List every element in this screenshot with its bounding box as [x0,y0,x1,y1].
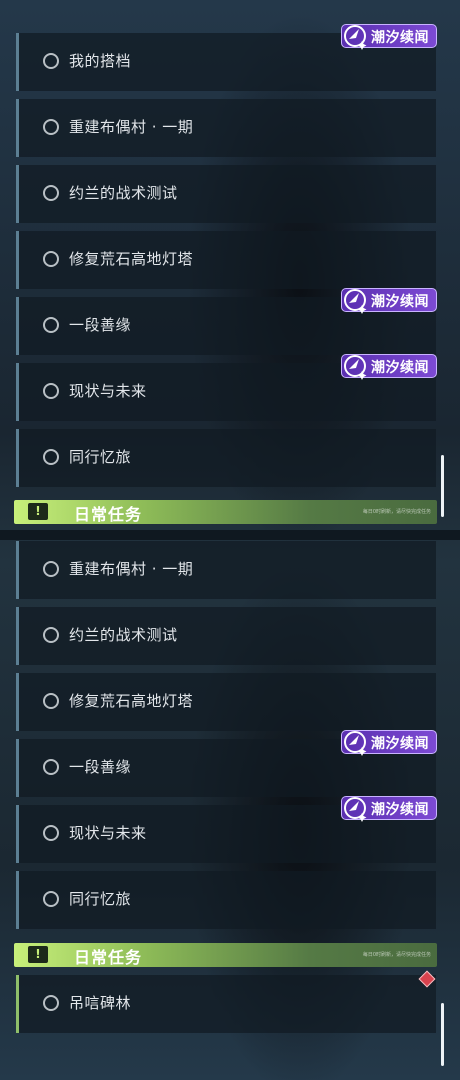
tide-news-icon [344,797,367,822]
quest-status-circle-icon [43,317,59,333]
tide-news-icon [344,731,367,756]
quest-item-journey[interactable]: 同行忆旅 [16,429,436,487]
quest-title: 一段善缘 [69,316,132,334]
quest-title: 同行忆旅 [69,448,132,466]
quest-title: 吊唁碑林 [69,994,132,1012]
screen-divider [0,530,460,540]
daily-quest-section-header[interactable]: ! 日常任务 每日0时刷新，请尽快完成任务 [14,500,437,524]
scrollbar-thumb[interactable] [441,1003,444,1066]
quest-list-bottom: 重建布偶村 · 一期 约兰的战术测试 修复荒石高地灯塔 一段善缘 现状与未来 同… [0,540,460,1080]
quest-status-circle-icon [43,995,59,1011]
quest-item-tactical-test[interactable]: 约兰的战术测试 [16,607,436,665]
quest-item-journey[interactable]: 同行忆旅 [16,871,436,929]
quest-title: 修复荒石高地灯塔 [69,692,194,710]
quest-status-circle-icon [43,627,59,643]
quest-title: 现状与未来 [69,382,147,400]
quest-title: 同行忆旅 [69,890,132,908]
quest-status-circle-icon [43,825,59,841]
scrollbar-thumb[interactable] [441,455,444,517]
tide-news-icon [344,25,367,50]
tide-news-tag: 潮汐续闻 [341,354,437,380]
quest-status-circle-icon [43,383,59,399]
quest-title: 修复荒石高地灯塔 [69,250,194,268]
quest-title: 约兰的战术测试 [69,184,178,202]
quest-item-tactical-test[interactable]: 约兰的战术测试 [16,165,436,223]
tide-news-tag: 潮汐续闻 [341,796,437,822]
quest-title: 重建布偶村 · 一期 [69,118,194,136]
quest-title: 我的搭档 [69,52,132,70]
tide-news-tag: 潮汐续闻 [341,24,437,50]
tag-label: 潮汐续闻 [371,736,429,752]
daily-quest-item[interactable]: 吊唁碑林 [16,975,436,1033]
quest-item-lighthouse[interactable]: 修复荒石高地灯塔 [16,231,436,289]
quest-title: 一段善缘 [69,758,132,776]
tag-label: 潮汐续闻 [371,360,429,376]
quest-status-circle-icon [43,185,59,201]
quest-status-circle-icon [43,251,59,267]
quest-list-top: 我的搭档 重建布偶村 · 一期 约兰的战术测试 修复荒石高地灯塔 一段善缘 现状… [0,0,460,530]
tide-news-icon [344,289,367,314]
tag-label: 潮汐续闻 [371,802,429,818]
quest-title: 现状与未来 [69,824,147,842]
tag-label: 潮汐续闻 [371,30,429,46]
section-subtitle: 每日0时刷新，请尽快完成任务 [362,952,431,958]
quest-status-circle-icon [43,759,59,775]
quest-title: 重建布偶村 · 一期 [69,560,194,578]
quest-item-rebuild-village[interactable]: 重建布偶村 · 一期 [16,99,436,157]
tide-news-icon [344,355,367,380]
quest-status-circle-icon [43,891,59,907]
section-subtitle: 每日0时刷新，请尽快完成任务 [362,509,431,515]
tide-news-tag: 潮汐续闻 [341,730,437,756]
section-title: 日常任务 [74,948,143,967]
section-title: 日常任务 [74,505,143,524]
alert-icon: ! [28,946,48,963]
alert-icon: ! [28,503,48,520]
quest-item-lighthouse[interactable]: 修复荒石高地灯塔 [16,673,436,731]
tag-label: 潮汐续闻 [371,294,429,310]
quest-title: 约兰的战术测试 [69,626,178,644]
tide-news-tag: 潮汐续闻 [341,288,437,314]
quest-status-circle-icon [43,693,59,709]
daily-quest-section-header[interactable]: ! 日常任务 每日0时刷新，请尽快完成任务 [14,943,437,967]
quest-status-circle-icon [43,119,59,135]
quest-item-rebuild-village[interactable]: 重建布偶村 · 一期 [16,541,436,599]
quest-status-circle-icon [43,449,59,465]
quest-status-circle-icon [43,53,59,69]
quest-status-circle-icon [43,561,59,577]
